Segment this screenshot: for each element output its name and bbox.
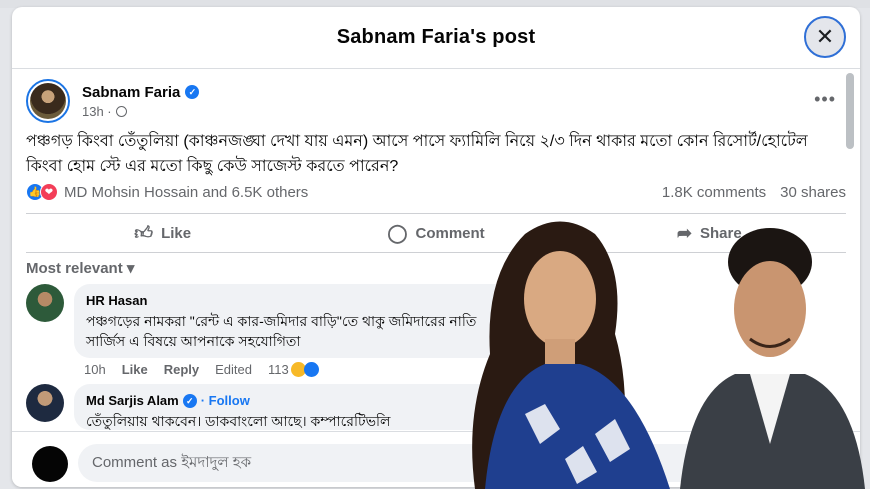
close-button[interactable]: ✕ [804,16,846,58]
verified-icon: ✓ [182,394,197,408]
author-avatar[interactable] [26,79,70,123]
comment-bubble: Md Sarjis Alam ✓ · Follow তেঁতুলিয়ায় থ… [74,384,514,430]
like-label: Like [161,224,192,242]
reactions-text[interactable]: MD Mohsin Hossain and 6.5K others [64,184,308,201]
commenter-avatar[interactable] [26,284,64,322]
comment-text: পঞ্চগড়ের নামকরা "রেন্ট এ কার-জমিদার বাড… [86,313,477,349]
comment-text: তেঁতুলিয়ায় থাকবেন। ডাকবাংলো আছে। কম্পা… [86,413,391,429]
woman-face-shape [524,251,596,347]
shares-count[interactable]: 30 shares [780,184,846,201]
comment-meta: 10h Like Reply Edited 113 [74,362,514,377]
commenter-name[interactable]: HR Hasan [86,291,502,311]
comment-reaction-count: 113 [268,362,289,377]
reaction-summary[interactable]: 👍 ❤ MD Mohsin Hossain and 6.5K others 1.… [26,183,846,201]
more-options-button[interactable]: ••• [814,89,836,110]
dialog-title: Sabnam Faria's post [336,26,536,48]
comment-reply-button[interactable]: Reply [164,362,199,377]
comment-reactions[interactable]: 113 [268,362,319,377]
like-button[interactable]: 👍︎ Like [26,214,299,252]
post-timestamp[interactable]: 13h · [82,104,112,119]
comment-edited-label: Edited [215,362,252,377]
follow-button[interactable]: · Follow [201,391,250,411]
chevron-down-icon: ▾ [126,260,135,277]
comment-item: Md Sarjis Alam ✓ · Follow তেঁতুলিয়ায় থ… [26,384,514,430]
comment-item: HR Hasan পঞ্চগড়ের নামকরা "রেন্ট এ কার-জ… [26,284,514,377]
comment-time[interactable]: 10h [84,362,106,377]
like-reaction-icon [303,362,319,377]
verified-icon: ✓ [185,85,200,99]
like-icon: 👍︎ [134,223,154,243]
author-name[interactable]: Sabnam Faria [82,84,180,101]
comment-sort-dropdown[interactable]: Most relevant ▾ [26,259,134,277]
comments-count[interactable]: 1.8K comments [662,184,766,201]
post-text: পঞ্চগড় কিংবা তেঁতুলিয়া (কাঞ্চনজঙ্ঘা দে… [26,133,808,175]
comment-like-button[interactable]: Like [122,362,148,377]
man-face-shape [734,261,806,357]
love-reaction-icon: ❤ [40,183,58,201]
commenter-name[interactable]: Md Sarjis Alam [86,391,179,411]
scrollbar[interactable] [846,73,854,149]
globe-icon [115,105,127,117]
close-icon: ✕ [815,24,835,49]
comment-icon: ◯ [387,222,408,243]
post-header: Sabnam Faria ✓ 13h · [26,79,200,123]
comment-bubble: HR Hasan পঞ্চগড়ের নামকরা "রেন্ট এ কার-জ… [74,284,514,358]
overlay-photo-collage [472,221,865,489]
dialog-header: Sabnam Faria's post ✕ [12,7,860,69]
current-user-avatar[interactable] [32,446,68,482]
commenter-avatar[interactable] [26,384,64,422]
sort-label: Most relevant [26,260,123,277]
